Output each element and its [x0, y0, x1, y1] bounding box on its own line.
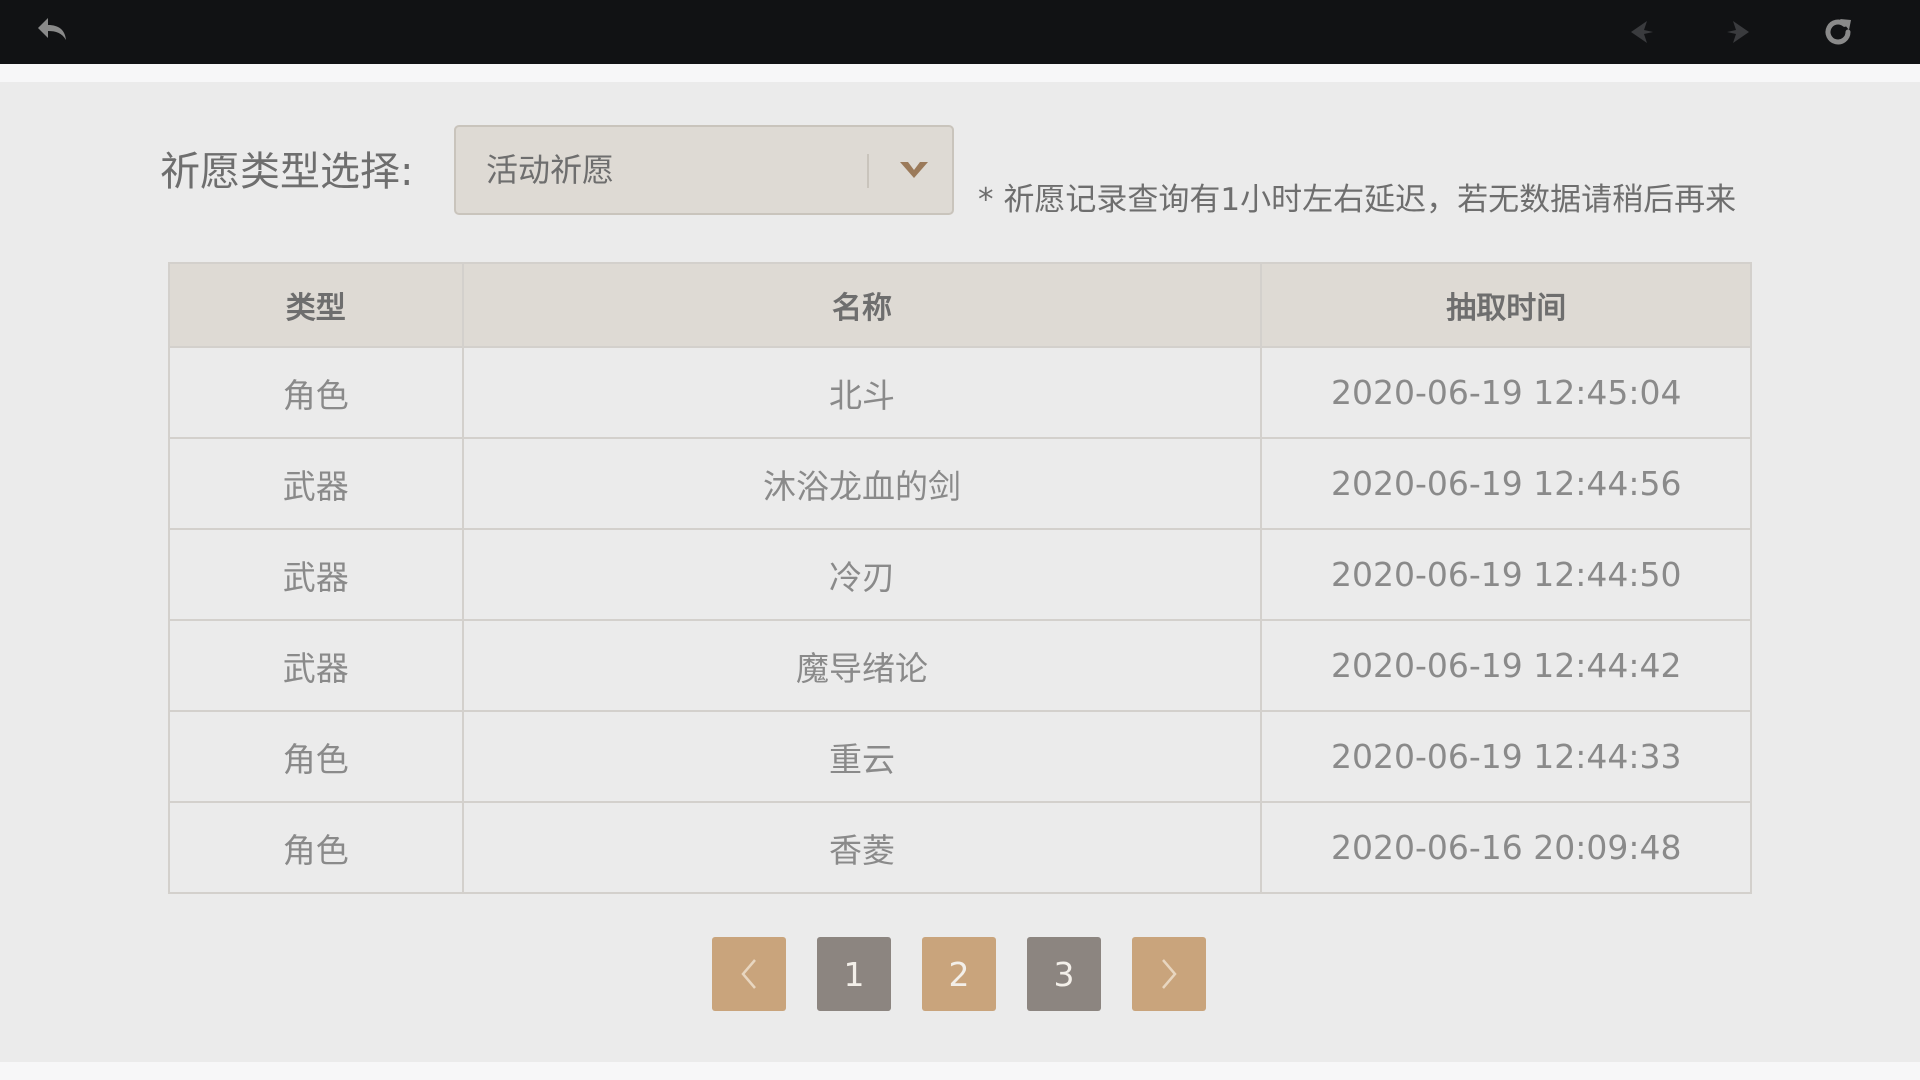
cell-name: 北斗 — [461, 346, 1263, 439]
cell-type: 角色 — [168, 710, 464, 803]
cell-time: 2020-06-19 12:44:56 — [1260, 437, 1752, 530]
cell-time: 2020-06-16 20:09:48 — [1260, 801, 1752, 894]
gacha-records-table: 类型 名称 抽取时间 角色 北斗 2020-06-19 12:45:04 武器 … — [168, 262, 1752, 894]
wish-type-label: 祈愿类型选择: — [160, 149, 414, 195]
table-row: 武器 沐浴龙血的剑 2020-06-19 12:44:56 — [168, 437, 1752, 530]
top-divider-strip — [0, 64, 1920, 82]
cell-name: 冷刃 — [461, 528, 1263, 621]
cell-type: 角色 — [168, 346, 464, 439]
cell-type: 武器 — [168, 528, 464, 621]
pagination-prev-button[interactable] — [712, 937, 786, 1011]
next-page-button[interactable] — [1706, 0, 1770, 64]
wish-type-selected-value: 活动祈愿 — [486, 151, 615, 189]
back-button[interactable] — [22, 0, 86, 64]
wish-type-select[interactable]: 活动祈愿 — [454, 125, 954, 215]
undo-arrow-icon — [38, 18, 66, 40]
cell-name: 沐浴龙血的剑 — [461, 437, 1263, 530]
chevron-down-icon — [894, 155, 934, 185]
page-3-button[interactable]: 3 — [1027, 937, 1101, 1011]
cell-time: 2020-06-19 12:45:04 — [1260, 346, 1752, 439]
chevron-right-icon — [1162, 959, 1177, 989]
triangle-left-icon — [1631, 21, 1653, 43]
pagination-next-button[interactable] — [1132, 937, 1206, 1011]
page-2-button[interactable]: 2 — [922, 937, 996, 1011]
cell-type: 武器 — [168, 619, 464, 712]
cell-name: 重云 — [461, 710, 1263, 803]
reload-icon — [1825, 19, 1851, 45]
delay-notice: * 祈愿记录查询有1小时左右延迟，若无数据请稍后再来 — [978, 182, 1737, 218]
triangle-right-icon — [1727, 21, 1749, 43]
table-row: 武器 魔导绪论 2020-06-19 12:44:42 — [168, 619, 1752, 712]
cell-type: 武器 — [168, 437, 464, 530]
select-divider — [867, 154, 869, 188]
cell-name: 魔导绪论 — [461, 619, 1263, 712]
cell-time: 2020-06-19 12:44:33 — [1260, 710, 1752, 803]
cell-time: 2020-06-19 12:44:50 — [1260, 528, 1752, 621]
table-row: 武器 冷刃 2020-06-19 12:44:50 — [168, 528, 1752, 621]
chevron-left-icon — [741, 959, 756, 989]
cell-name: 香菱 — [461, 801, 1263, 894]
page-1-button[interactable]: 1 — [817, 937, 891, 1011]
pagination: 1 2 3 — [712, 937, 1206, 1011]
cell-type: 角色 — [168, 801, 464, 894]
table-row: 角色 北斗 2020-06-19 12:45:04 — [168, 346, 1752, 439]
prev-page-button[interactable] — [1610, 0, 1674, 64]
top-navigation-bar — [0, 0, 1920, 64]
table-row: 角色 香菱 2020-06-16 20:09:48 — [168, 801, 1752, 894]
header-type: 类型 — [168, 262, 464, 348]
cell-time: 2020-06-19 12:44:42 — [1260, 619, 1752, 712]
table-header-row: 类型 名称 抽取时间 — [168, 262, 1752, 348]
header-name: 名称 — [461, 262, 1263, 348]
reload-button[interactable] — [1806, 0, 1870, 64]
table-row: 角色 重云 2020-06-19 12:44:33 — [168, 710, 1752, 803]
header-time: 抽取时间 — [1260, 262, 1752, 348]
bottom-divider-strip — [0, 1062, 1920, 1080]
